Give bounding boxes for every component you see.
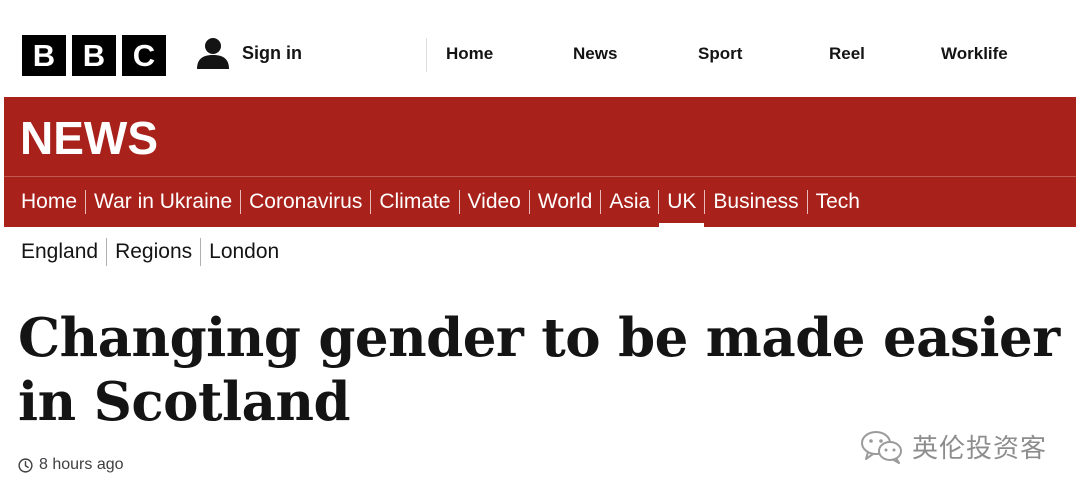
global-header: B B C Sign in Home News Sport Reel Workl… [0,0,1080,96]
clock-icon [18,457,33,473]
section-nav-business[interactable]: Business [705,177,806,227]
article-headline: Changing gender to be made easier in Sco… [18,307,1060,433]
section-nav-uk[interactable]: UK [659,177,705,227]
header-divider [426,38,427,72]
timestamp-label: 8 hours ago [39,456,124,473]
watermark: 英伦投资客 [860,428,1047,465]
top-nav-reel[interactable]: Reel [829,44,865,64]
top-nav-worklife[interactable]: Worklife [941,44,1008,64]
section-nav-asia[interactable]: Asia [601,177,658,227]
sub-nav-england[interactable]: England [13,240,106,264]
section-title[interactable]: NEWS [20,113,158,163]
sub-nav: England Regions London [13,236,287,268]
sub-nav-regions[interactable]: Regions [107,240,200,264]
section-nav-war-in-ukraine[interactable]: War in Ukraine [86,177,240,227]
section-nav-video[interactable]: Video [460,177,529,227]
article-timestamp: 8 hours ago [18,456,124,474]
section-nav-tech[interactable]: Tech [808,177,868,227]
top-nav-news[interactable]: News [573,44,617,64]
sub-nav-london[interactable]: London [201,240,287,264]
top-nav-home[interactable]: Home [446,44,493,64]
bbc-logo[interactable]: B B C [22,35,166,76]
bbc-logo-block: C [122,35,166,76]
sign-in-label: Sign in [242,42,302,63]
sign-in-button[interactable]: Sign in [196,36,302,70]
section-nav: Home War in Ukraine Coronavirus Climate … [4,177,868,227]
section-nav-world[interactable]: World [530,177,600,227]
top-nav-sport[interactable]: Sport [698,44,742,64]
user-icon [197,38,229,69]
section-nav-climate[interactable]: Climate [371,177,458,227]
section-nav-coronavirus[interactable]: Coronavirus [241,177,370,227]
section-nav-home[interactable]: Home [13,177,85,227]
wechat-icon [861,430,902,464]
watermark-text: 英伦投资客 [912,434,1048,464]
bbc-logo-block: B [72,35,116,76]
news-section-header: NEWS Home War in Ukraine Coronavirus Cli… [4,97,1076,227]
bbc-logo-block: B [22,35,66,76]
